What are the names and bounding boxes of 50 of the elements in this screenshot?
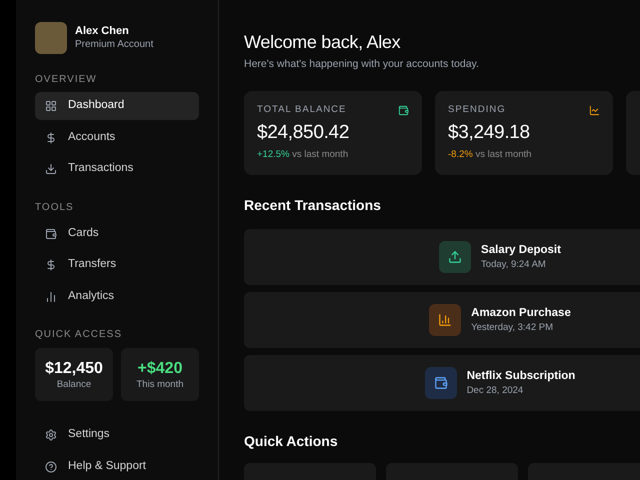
- tile-value: +$420: [138, 358, 182, 378]
- section-heading: OVERVIEW: [35, 73, 98, 87]
- bar-chart-icon: [45, 290, 57, 302]
- section-heading: QUICK ACCESS: [35, 328, 124, 342]
- tile-value: $12,450: [45, 358, 103, 378]
- wallet-icon: [424, 367, 457, 399]
- dollar-icon: [45, 132, 57, 144]
- footer-nav-item[interactable]: Help & Support: [35, 452, 199, 480]
- download-icon: [45, 163, 57, 175]
- nav-item[interactable]: Accounts: [35, 124, 199, 152]
- user-name: Alex Chen: [75, 24, 130, 38]
- grid-icon: [45, 100, 57, 112]
- transaction-time: Today, 9:24 AM: [481, 258, 547, 271]
- transaction-title: Salary Deposit: [481, 243, 561, 258]
- transaction-time: Dec 28, 2024: [466, 384, 524, 397]
- welcome-subtitle: Here's what's happening with your accounts today.: [244, 57, 480, 71]
- stat-change: +12.5% vs last month: [257, 148, 350, 162]
- tile-label: This month: [136, 378, 184, 390]
- help-icon: [45, 460, 57, 472]
- upload-icon: [439, 241, 472, 273]
- transaction-title: Amazon Purchase: [471, 306, 571, 321]
- nav-item[interactable]: Dashboard: [35, 92, 199, 120]
- stat-change: -8.2% vs last month: [448, 148, 532, 162]
- transaction-row[interactable]: Amazon Purchase Yesterday, 3:42 PM: [244, 292, 640, 348]
- settings-icon: [45, 429, 57, 441]
- tile-label: Balance: [56, 378, 92, 390]
- nav-item[interactable]: Transfers: [35, 251, 199, 279]
- account-type: Premium Account: [75, 38, 154, 52]
- transaction-time: Yesterday, 3:42 PM: [471, 321, 554, 334]
- stat-value: $24,850.42: [257, 121, 350, 146]
- stat-value: $3,249.18: [448, 121, 531, 146]
- footer-nav-item[interactable]: Settings: [35, 421, 199, 449]
- stat-label: SPENDING: [448, 103, 506, 117]
- chart-icon: [429, 304, 462, 336]
- transaction-row[interactable]: Netflix Subscription Dec 28, 2024: [244, 355, 640, 411]
- nav-item[interactable]: Cards: [35, 220, 199, 248]
- welcome-heading: Welcome back, Alex: [244, 31, 402, 54]
- transaction-title: Netflix Subscription: [466, 369, 576, 384]
- avatar-photo-placeholder: [35, 22, 67, 54]
- nav-item[interactable]: Transactions: [35, 155, 199, 183]
- section-title: Quick Actions: [244, 432, 339, 450]
- dollar-icon: [45, 259, 57, 271]
- section-title: Recent Transactions: [244, 196, 382, 214]
- wallet-icon: [45, 228, 57, 240]
- transaction-row[interactable]: Salary Deposit Today, 9:24 AM: [244, 229, 640, 285]
- wallet-icon: [398, 104, 409, 116]
- line-chart-icon: [589, 104, 600, 116]
- stat-label: TOTAL BALANCE: [257, 103, 346, 117]
- section-heading: TOOLS: [35, 200, 75, 214]
- nav-item[interactable]: Analytics: [35, 282, 199, 310]
